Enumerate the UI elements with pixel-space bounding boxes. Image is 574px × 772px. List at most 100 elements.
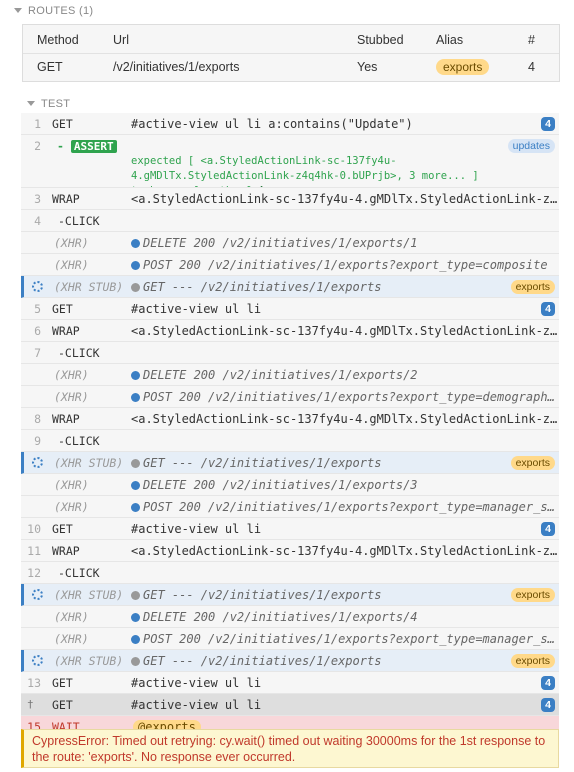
log-row-assert[interactable]: 2 - ASSERT expected [ <a.StyledActionLink-… — [21, 135, 559, 188]
log-number: 11 — [27, 544, 41, 558]
log-row-xhr-stub[interactable]: (XHR STUB) GET --- /v2/initiatives/1/expo… — [21, 452, 559, 474]
alias-badge-exports: exports — [510, 280, 555, 294]
log-number: 10 — [27, 522, 41, 536]
xhr-request: DELETE 200 /v2/initiatives/1/exports/4 — [143, 610, 418, 624]
element-count-badge: 4 — [541, 117, 555, 131]
log-row-click[interactable]: 9 -CLICK — [21, 430, 559, 452]
log-row-command[interactable]: 11 WRAP <a.StyledActionLink-sc-137fy4u-4.g… — [21, 540, 559, 562]
xhr-message: POST 200 /v2/initiatives/1/exports?expor… — [131, 390, 559, 404]
command-name: -CLICK — [58, 566, 100, 580]
status-dot-icon — [131, 657, 140, 666]
route-row[interactable]: GET /v2/initiatives/1/exports Yes export… — [23, 53, 559, 81]
command-name: -CLICK — [58, 346, 100, 360]
command-message: <a.StyledActionLink-sc-137fy4u-4.gMDlTx.… — [131, 192, 559, 206]
log-row-command[interactable]: 13 GET #active-view ul li 4 — [21, 672, 559, 694]
route-method: GET — [37, 60, 63, 75]
log-row-command[interactable]: 8 WRAP <a.StyledActionLink-sc-137fy4u-4.gM… — [21, 408, 559, 430]
status-dot-icon — [131, 613, 140, 622]
xhr-label: (XHR) — [54, 258, 89, 272]
xhr-request: DELETE 200 /v2/initiatives/1/exports/2 — [143, 368, 418, 382]
routes-table-container: Method Url Stubbed Alias # GET /v2/initi… — [22, 24, 560, 82]
log-number: 5 — [34, 302, 41, 316]
caret-down-icon — [27, 101, 35, 106]
routes-toggle[interactable]: ROUTES (1) — [0, 0, 574, 24]
log-number: 8 — [34, 412, 41, 426]
command-name: -CLICK — [58, 214, 100, 228]
log-row-pinned[interactable]: † GET #active-view ul li 4 — [21, 694, 559, 716]
command-name: WRAP — [52, 412, 80, 426]
command-message: #active-view ul li — [131, 522, 262, 536]
pending-spinner-icon — [32, 281, 43, 292]
command-name: WRAP — [52, 544, 80, 558]
xhr-request: GET --- /v2/initiatives/1/exports — [143, 456, 382, 470]
xhr-request: DELETE 200 /v2/initiatives/1/exports/3 — [143, 478, 418, 492]
log-row-command[interactable]: 10 GET #active-view ul li 4 — [21, 518, 559, 540]
log-row-xhr[interactable]: (XHR) DELETE 200 /v2/initiatives/1/export… — [21, 606, 559, 628]
log-number: 12 — [27, 566, 41, 580]
pending-spinner-icon — [32, 589, 43, 600]
route-count: 4 — [528, 60, 535, 75]
xhr-message: GET --- /v2/initiatives/1/exports — [131, 588, 559, 602]
xhr-message: GET --- /v2/initiatives/1/exports — [131, 456, 559, 470]
routes-table: Method Url Stubbed Alias # GET /v2/initi… — [23, 25, 559, 81]
command-name: GET — [52, 522, 73, 536]
element-count-badge: 4 — [541, 676, 555, 690]
log-row-xhr[interactable]: (XHR) DELETE 200 /v2/initiatives/1/export… — [21, 474, 559, 496]
status-dot-icon — [131, 481, 140, 490]
command-name: GET — [52, 302, 73, 316]
log-row-click[interactable]: 12 -CLICK — [21, 562, 559, 584]
element-count-badge: 4 — [541, 302, 555, 316]
routes-title: ROUTES (1) — [28, 5, 94, 17]
column-header-count: # — [528, 25, 559, 54]
assert-message: expected [ <a.StyledActionLink-sc-137fy4… — [131, 154, 495, 187]
xhr-stub-label: (XHR STUB) — [54, 280, 124, 294]
element-count-badge: 4 — [541, 698, 555, 712]
xhr-message: POST 200 /v2/initiatives/1/exports?expor… — [131, 632, 559, 646]
xhr-message: DELETE 200 /v2/initiatives/1/exports/3 — [131, 478, 559, 492]
test-toggle[interactable]: TEST — [0, 90, 574, 114]
xhr-label: (XHR) — [54, 390, 89, 404]
log-row-xhr-stub[interactable]: (XHR STUB) GET --- /v2/initiatives/1/expo… — [21, 584, 559, 606]
alias-badge-exports: exports — [510, 588, 555, 602]
log-number: 1 — [34, 117, 41, 131]
status-dot-icon — [131, 283, 140, 292]
log-number: 2 — [34, 139, 41, 153]
log-row-xhr[interactable]: (XHR) POST 200 /v2/initiatives/1/exports?… — [21, 254, 559, 276]
caret-down-icon — [14, 8, 22, 13]
test-title: TEST — [41, 98, 71, 110]
log-row-click[interactable]: 7 -CLICK — [21, 342, 559, 364]
xhr-request: POST 200 /v2/initiatives/1/exports?expor… — [143, 390, 559, 404]
status-dot-icon — [131, 239, 140, 248]
status-dot-icon — [131, 459, 140, 468]
command-name: -CLICK — [58, 434, 100, 448]
log-row-xhr[interactable]: (XHR) DELETE 200 /v2/initiatives/1/export… — [21, 232, 559, 254]
status-dot-icon — [131, 393, 140, 402]
command-message: <a.StyledActionLink-sc-137fy4u-4.gMDlTx.… — [131, 324, 559, 338]
command-log: 1 GET #active-view ul li a:contains("Updat… — [21, 113, 559, 738]
log-row-command[interactable]: 6 WRAP <a.StyledActionLink-sc-137fy4u-4.gM… — [21, 320, 559, 342]
status-dot-icon — [131, 261, 140, 270]
status-dot-icon — [131, 591, 140, 600]
command-name: GET — [52, 117, 73, 131]
log-row-command[interactable]: 1 GET #active-view ul li a:contains("Updat… — [21, 113, 559, 135]
log-row-click[interactable]: 4 -CLICK — [21, 210, 559, 232]
log-row-xhr-stub[interactable]: (XHR STUB) GET --- /v2/initiatives/1/expo… — [21, 276, 559, 298]
route-url: /v2/initiatives/1/exports — [113, 60, 240, 75]
log-row-command[interactable]: 5 GET #active-view ul li 4 — [21, 298, 559, 320]
log-row-xhr[interactable]: (XHR) POST 200 /v2/initiatives/1/exports?… — [21, 496, 559, 518]
xhr-request: POST 200 /v2/initiatives/1/exports?expor… — [143, 632, 559, 646]
column-header-alias: Alias — [436, 25, 528, 54]
log-row-xhr[interactable]: (XHR) POST 200 /v2/initiatives/1/exports?… — [21, 386, 559, 408]
log-row-xhr[interactable]: (XHR) DELETE 200 /v2/initiatives/1/export… — [21, 364, 559, 386]
xhr-message: POST 200 /v2/initiatives/1/exports?expor… — [131, 500, 559, 514]
log-number: 4 — [34, 214, 41, 228]
log-row-xhr[interactable]: (XHR) POST 200 /v2/initiatives/1/exports?… — [21, 628, 559, 650]
log-row-xhr-stub[interactable]: (XHR STUB) GET --- /v2/initiatives/1/expo… — [21, 650, 559, 672]
xhr-message: GET --- /v2/initiatives/1/exports — [131, 280, 559, 294]
xhr-request: GET --- /v2/initiatives/1/exports — [143, 654, 382, 668]
command-message: #active-view ul li — [131, 698, 262, 712]
xhr-label: (XHR) — [54, 368, 89, 382]
assert-command: - ASSERT — [57, 139, 117, 153]
routes-header-row: Method Url Stubbed Alias # — [23, 25, 559, 54]
log-row-command[interactable]: 3 WRAP <a.StyledActionLink-sc-137fy4u-4.gM… — [21, 188, 559, 210]
